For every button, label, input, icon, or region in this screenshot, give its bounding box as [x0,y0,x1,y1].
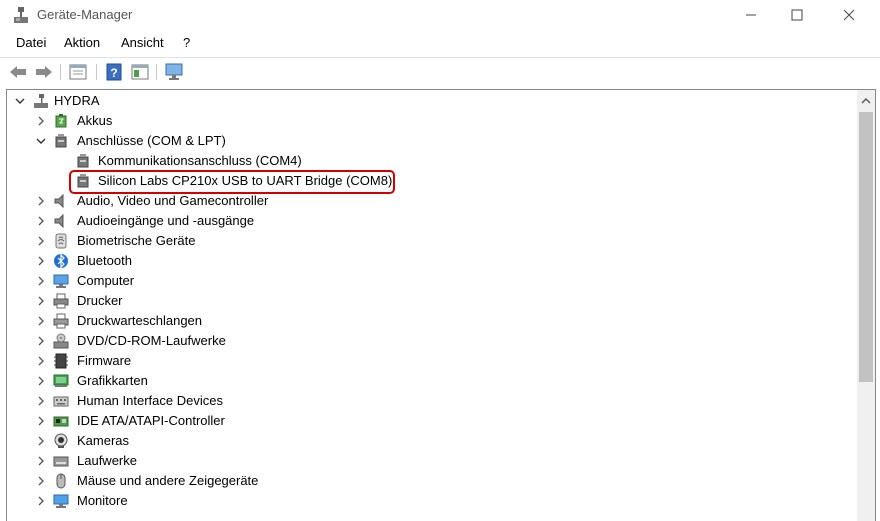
forward-icon [36,66,52,78]
tree-item-category[interactable]: Audioeingänge und -ausgänge [77,211,254,231]
dvd-drive-icon [53,333,69,349]
properties-button[interactable] [68,62,88,82]
toolbar-separator [96,64,97,80]
chevron-right-icon[interactable] [35,375,47,387]
chevron-right-icon[interactable] [35,275,47,287]
scrollbar-thumb[interactable] [859,112,873,382]
port-icon [75,153,91,169]
chevron-right-icon[interactable] [35,475,47,487]
port-icon [53,133,69,149]
close-button[interactable] [826,0,872,30]
tree-item-akkus[interactable]: Akkus [77,111,112,131]
bluetooth-icon [53,253,69,269]
keyboard-icon [53,393,69,409]
chevron-right-icon[interactable] [35,295,47,307]
menu-datei[interactable]: Datei [16,35,46,50]
vertical-scrollbar[interactable] [857,90,875,521]
tree-item-category[interactable]: Grafikkarten [77,371,148,391]
firmware-icon [53,353,69,369]
chevron-down-icon[interactable] [35,135,47,147]
printer-icon [53,293,69,309]
forward-button[interactable] [34,62,54,82]
svg-text:?: ? [110,66,117,80]
speaker-icon [53,213,69,229]
printer-queue-icon [53,313,69,329]
chevron-right-icon[interactable] [35,495,47,507]
back-button[interactable] [8,62,28,82]
chevron-down-icon[interactable] [14,95,26,107]
close-icon [843,9,855,21]
tree-item-category[interactable]: Bluetooth [77,251,132,271]
chevron-right-icon[interactable] [35,455,47,467]
chevron-right-icon[interactable] [35,435,47,447]
battery-icon [53,113,69,129]
tree-item-com4[interactable]: Kommunikationsanschluss (COM4) [98,151,302,171]
details-pane-icon [131,64,149,80]
window-title: Geräte-Manager [37,7,133,22]
tree-item-category[interactable]: Laufwerke [77,451,137,471]
minimize-icon [746,14,756,16]
disk-drive-icon [53,453,69,469]
chevron-right-icon[interactable] [35,355,47,367]
properties-pane-icon [69,64,87,80]
chevron-right-icon[interactable] [35,235,47,247]
tree-item-category[interactable]: Mäuse und andere Zeigegeräte [77,471,258,491]
menu-help[interactable]: ? [183,35,190,50]
mouse-icon [53,473,69,489]
display-adapter-icon [53,373,69,389]
tree-item-category[interactable]: Druckwarteschlangen [77,311,202,331]
help-icon: ? [106,63,122,81]
maximize-icon [791,9,803,21]
tree-item-category[interactable]: DVD/CD-ROM-Laufwerke [77,331,226,351]
chevron-right-icon[interactable] [35,255,47,267]
toolbar-separator [156,64,157,80]
chevron-right-icon[interactable] [35,315,47,327]
menu-ansicht[interactable]: Ansicht [121,35,164,50]
details-button[interactable] [130,62,150,82]
computer-root-icon [33,93,49,109]
minimize-button[interactable] [728,0,774,30]
scroll-up-icon[interactable] [857,94,875,108]
back-icon [10,66,26,78]
tree-item-category[interactable]: Kameras [77,431,129,451]
tree-item-category[interactable]: IDE ATA/ATAPI-Controller [77,411,225,431]
scan-hardware-button[interactable] [164,62,184,82]
monitor-icon [53,493,69,509]
menu-bar: Datei Aktion Ansicht ? [0,32,880,54]
tree-item-category[interactable]: Audio, Video und Gamecontroller [77,191,268,211]
chevron-right-icon[interactable] [35,215,47,227]
fingerprint-icon [53,233,69,249]
tree-item-category[interactable]: Firmware [77,351,131,371]
tree-item-category[interactable]: Drucker [77,291,123,311]
tree-root-label[interactable]: HYDRA [54,91,100,111]
device-manager-icon [14,7,28,23]
chevron-right-icon[interactable] [35,335,47,347]
menu-aktion[interactable]: Aktion [64,35,100,50]
help-button[interactable]: ? [104,62,124,82]
toolbar-separator [60,64,61,80]
computer-icon [53,273,69,289]
chevron-right-icon[interactable] [35,115,47,127]
tree-item-category[interactable]: Computer [77,271,134,291]
chevron-right-icon[interactable] [35,195,47,207]
chevron-right-icon[interactable] [35,395,47,407]
tree-item-category[interactable]: Human Interface Devices [77,391,223,411]
tree-item-cp210x[interactable]: Silicon Labs CP210x USB to UART Bridge (… [98,171,392,191]
chevron-right-icon[interactable] [35,415,47,427]
device-tree[interactable]: HYDRA Akkus Anschlüsse (COM & LPT) Kommu… [6,89,876,521]
ide-controller-icon [53,413,69,429]
tree-item-anschluesse[interactable]: Anschlüsse (COM & LPT) [77,131,226,151]
camera-icon [53,433,69,449]
toolbar: ? [0,57,880,86]
speaker-icon [53,193,69,209]
maximize-button[interactable] [774,0,820,30]
title-bar: Geräte-Manager [0,0,880,30]
monitor-scan-icon [165,63,183,80]
tree-item-category[interactable]: Monitore [77,491,128,511]
port-icon [75,173,91,189]
tree-item-category[interactable]: Biometrische Geräte [77,231,196,251]
